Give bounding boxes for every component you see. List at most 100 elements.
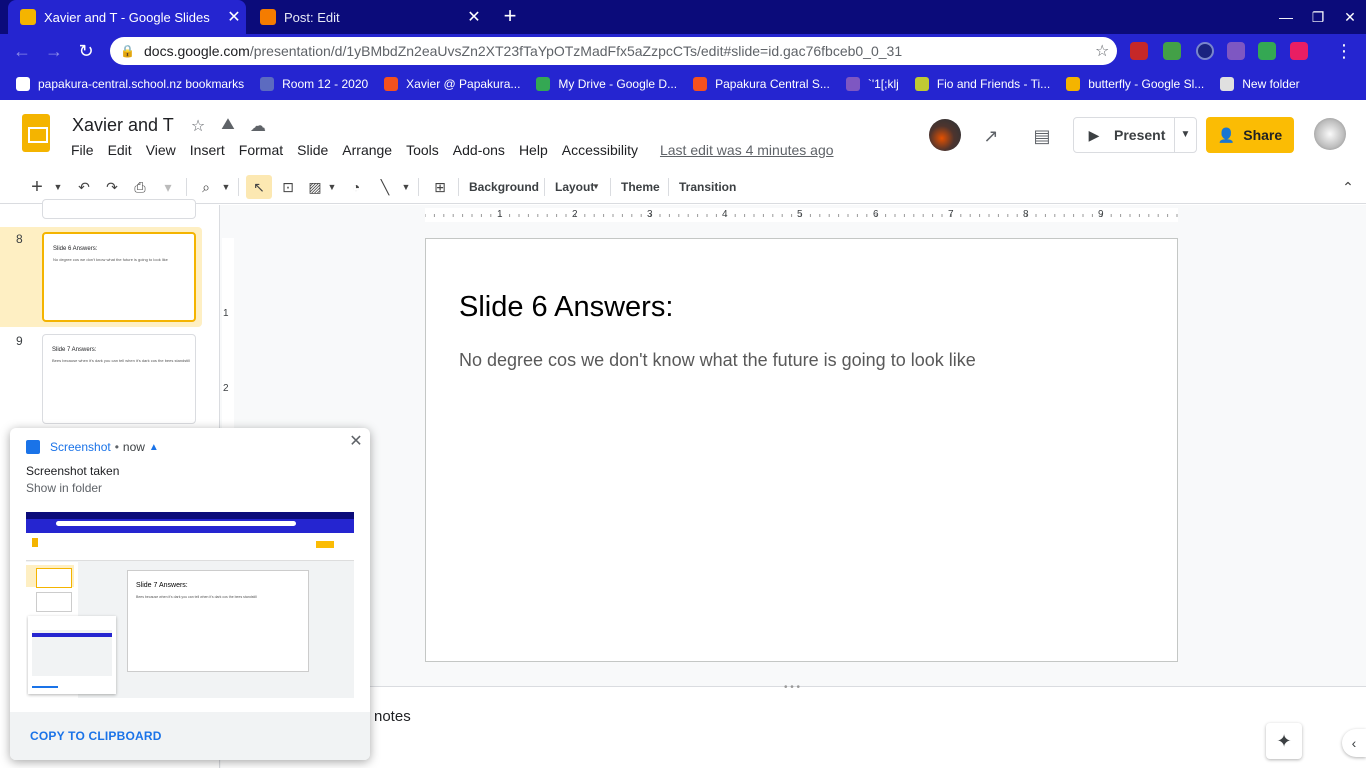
tinkercad-icon <box>914 77 929 91</box>
menu-file[interactable]: File <box>64 142 101 162</box>
close-icon[interactable]: ✕ <box>348 434 364 450</box>
chrome-menu-icon[interactable]: ⋮ <box>1332 39 1356 63</box>
extension-puzzle-icon[interactable] <box>1227 42 1245 60</box>
insert-comment-icon[interactable]: ⊞ <box>428 175 452 199</box>
tab-google-slides[interactable]: Xavier and T - Google Slides ✕ <box>8 0 246 34</box>
close-window-icon[interactable]: ✕ <box>1338 7 1362 27</box>
close-tab-icon[interactable]: ✕ <box>222 7 246 27</box>
select-cursor-icon[interactable]: ↖ <box>246 175 272 199</box>
share-button[interactable]: 👤 Share <box>1206 117 1294 153</box>
bookmark-item[interactable]: `'1[;klj <box>845 77 899 91</box>
bookmark-item[interactable]: Fio and Friends - Ti... <box>914 77 1050 91</box>
toolbar-divider <box>418 178 419 196</box>
drive-extension-icon[interactable] <box>1163 42 1181 60</box>
image-icon[interactable]: ▨ <box>304 175 326 199</box>
move-to-folder-icon[interactable]: ⛰ <box>218 116 238 136</box>
bookmark-star-icon[interactable]: ☆ <box>1095 41 1117 61</box>
transition-button[interactable]: Transition <box>679 175 736 199</box>
restore-icon[interactable]: ❐ <box>1306 7 1330 27</box>
show-in-folder-link[interactable]: Show in folder <box>26 481 102 495</box>
bookmark-item[interactable]: My Drive - Google D... <box>536 77 677 91</box>
account-avatar[interactable] <box>1314 118 1346 150</box>
shape-icon[interactable]: ◔ <box>344 175 368 199</box>
text-box-icon[interactable]: ⊡ <box>276 175 300 199</box>
menu-accessibility[interactable]: Accessibility <box>555 142 645 162</box>
toolbar-divider <box>458 178 459 196</box>
collaborator-avatar[interactable] <box>929 119 961 151</box>
print-icon[interactable]: ⎙ <box>128 175 152 199</box>
extension-icon[interactable] <box>1196 42 1214 60</box>
theme-button[interactable]: Theme <box>621 175 660 199</box>
zoom-dropdown-icon[interactable]: ▼ <box>220 175 232 199</box>
address-bar[interactable]: 🔒 docs.google.com/presentation/d/1yBMbdZ… <box>110 37 1117 65</box>
ruler-label: 5 <box>797 209 803 220</box>
menu-slide[interactable]: Slide <box>290 142 335 162</box>
slide-thumbnail-9[interactable]: Slide 7 Answers: Bees because when it's … <box>42 334 196 424</box>
redo-icon[interactable]: ↷ <box>100 175 124 199</box>
sheets-extension-icon[interactable] <box>1258 42 1276 60</box>
copy-to-clipboard-button[interactable]: COPY TO CLIPBOARD <box>30 729 162 743</box>
undo-icon[interactable]: ↶ <box>72 175 96 199</box>
bookmark-item[interactable]: papakura-central.school.nz bookmarks <box>16 77 244 91</box>
bookmark-item[interactable]: Papakura Central S... <box>693 77 830 91</box>
slide-title[interactable]: Slide 6 Answers: <box>459 291 673 324</box>
line-dropdown-icon[interactable]: ▼ <box>400 175 412 199</box>
thumbnail-title: Slide 6 Answers: <box>53 246 98 252</box>
slide-canvas[interactable]: Slide 6 Answers: No degree cos we don't … <box>425 238 1178 662</box>
last-edit-link[interactable]: Last edit was 4 minutes ago <box>653 142 841 162</box>
line-icon[interactable]: ╲ <box>374 175 396 199</box>
forward-arrow-icon[interactable]: → <box>42 39 66 63</box>
bookmark-folder[interactable]: New folder <box>1220 77 1300 91</box>
menu-add-ons[interactable]: Add-ons <box>446 142 512 162</box>
menu-help[interactable]: Help <box>512 142 555 162</box>
new-slide-plus-icon[interactable]: + <box>26 175 48 199</box>
activity-trend-icon[interactable]: ↗ <box>975 120 1007 152</box>
slides-header: Xavier and T ☆ ⛰ ☁ File Edit View Insert… <box>0 100 1366 166</box>
collapse-chevron-up-icon[interactable]: ⌃ <box>1336 175 1360 199</box>
present-button[interactable]: ▶ Present ▼ <box>1073 117 1197 153</box>
comments-icon[interactable]: ▤ <box>1026 120 1058 152</box>
speaker-notes[interactable]: • • • notes <box>221 682 1366 768</box>
ruler-label: 2 <box>572 209 578 220</box>
new-tab-plus-icon[interactable]: + <box>498 4 522 28</box>
document-title[interactable]: Xavier and T <box>72 115 174 136</box>
minimize-icon[interactable]: — <box>1274 7 1298 27</box>
reload-icon[interactable]: ↻ <box>74 39 98 63</box>
zoom-icon[interactable]: ⌕ <box>194 175 218 199</box>
side-panel-chevron-icon[interactable]: ‹ <box>1342 729 1366 757</box>
bookmark-item[interactable]: butterfly - Google Sl... <box>1066 77 1204 91</box>
menu-view[interactable]: View <box>139 142 183 162</box>
cloud-saved-icon[interactable]: ☁ <box>248 116 268 136</box>
present-dropdown-icon[interactable]: ▼ <box>1174 118 1196 152</box>
drive-icon <box>536 77 551 91</box>
ublock-extension-icon[interactable] <box>1130 42 1148 60</box>
layout-dropdown-icon[interactable]: ▼ <box>591 175 601 199</box>
explore-icon[interactable]: ✦ <box>1266 723 1302 759</box>
bookmark-item[interactable]: Xavier @ Papakura... <box>384 77 520 91</box>
slide-thumbnail-previous[interactable] <box>42 199 196 219</box>
new-slide-dropdown-icon[interactable]: ▼ <box>52 175 64 199</box>
background-button[interactable]: Background <box>469 175 539 199</box>
menu-edit[interactable]: Edit <box>101 142 139 162</box>
layout-button[interactable]: Layout <box>555 175 594 199</box>
chevron-up-icon[interactable]: ▲ <box>149 442 159 453</box>
bookmark-item[interactable]: Room 12 - 2020 <box>260 77 368 91</box>
menu-insert[interactable]: Insert <box>183 142 232 162</box>
resize-handle[interactable]: • • • <box>784 682 800 693</box>
extension-arrow-icon[interactable] <box>1290 42 1308 60</box>
back-arrow-icon[interactable]: ← <box>10 39 34 63</box>
paint-format-icon[interactable]: ▾ <box>156 175 180 199</box>
image-dropdown-icon[interactable]: ▼ <box>326 175 338 199</box>
screenshot-preview[interactable]: Slide 7 Answers: Bees because when it's … <box>26 512 354 698</box>
star-icon[interactable]: ☆ <box>188 116 208 136</box>
slides-logo-icon[interactable] <box>22 114 50 152</box>
close-tab-icon[interactable]: ✕ <box>462 7 486 27</box>
slide-body[interactable]: No degree cos we don't know what the fut… <box>459 350 976 371</box>
bookmarks-grid-icon <box>16 77 30 91</box>
menu-format[interactable]: Format <box>232 142 290 162</box>
menu-arrange[interactable]: Arrange <box>335 142 399 162</box>
horizontal-ruler[interactable]: 1 2 3 4 5 6 7 8 9 <box>425 208 1178 222</box>
tab-post-edit[interactable]: Post: Edit ✕ <box>248 0 486 34</box>
slide-thumbnail-8[interactable]: Slide 6 Answers: No degree cos we don't … <box>42 232 196 322</box>
menu-tools[interactable]: Tools <box>399 142 446 162</box>
